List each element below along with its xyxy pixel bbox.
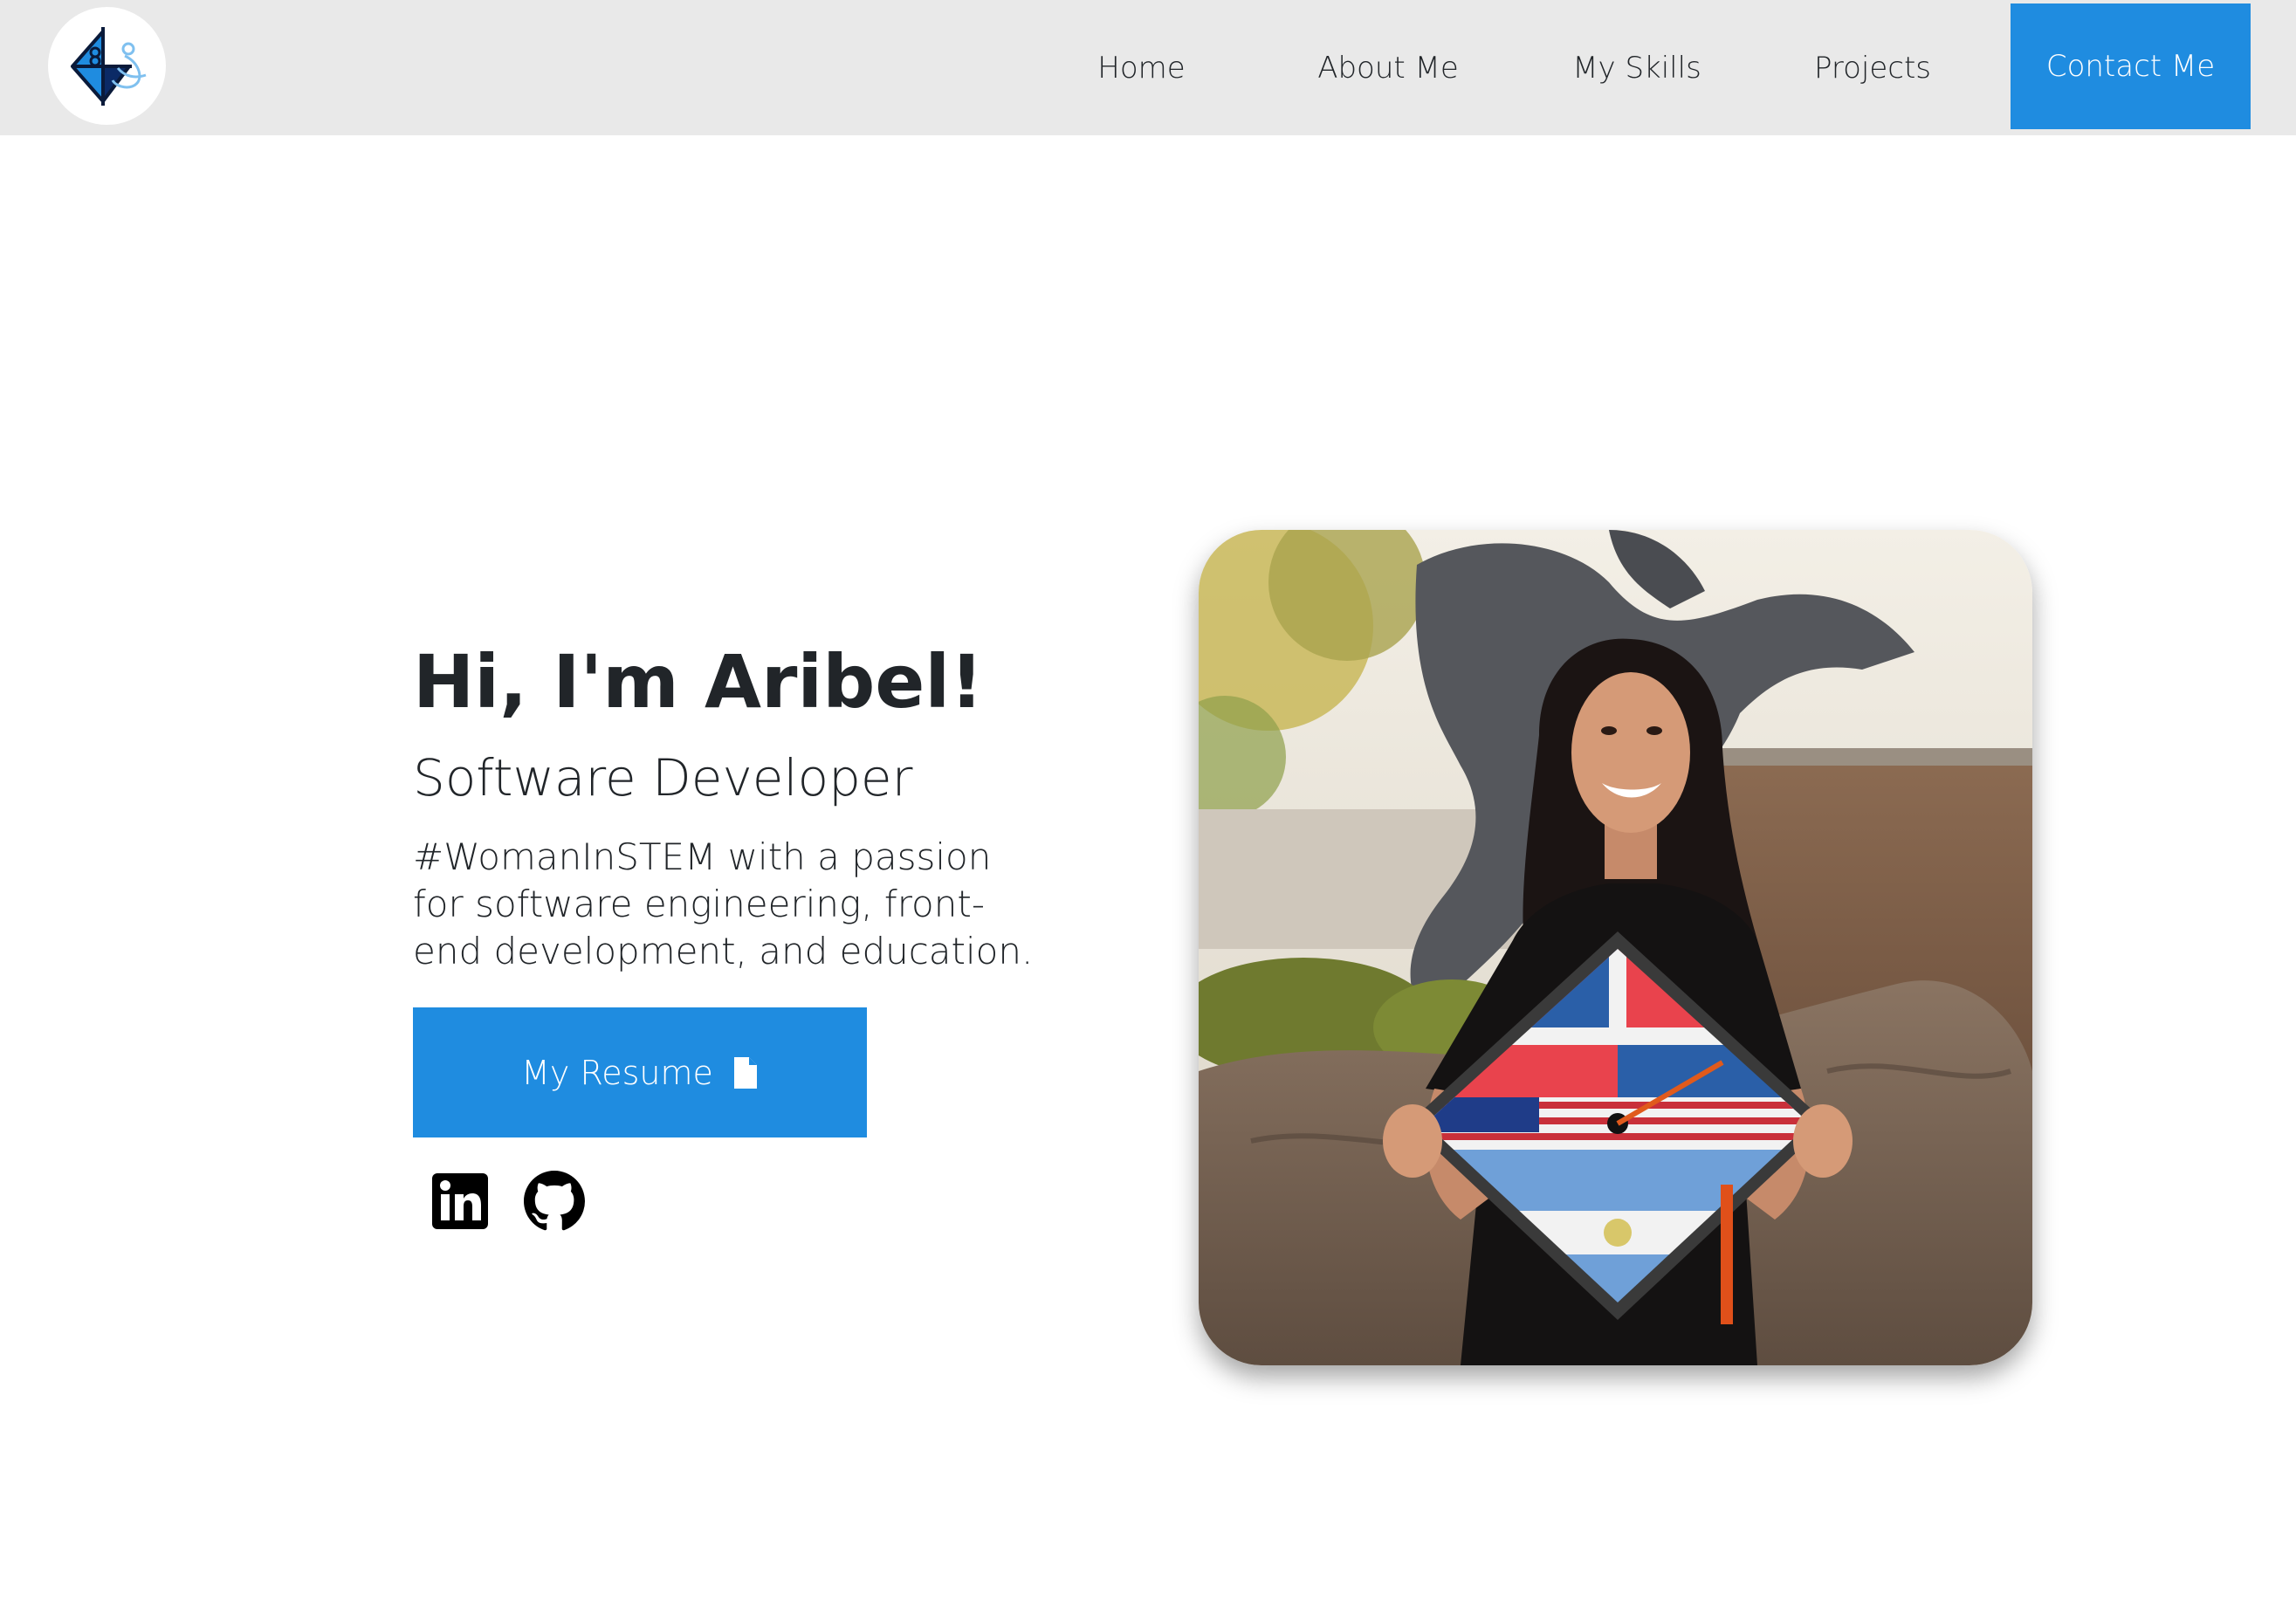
linkedin-icon: [432, 1173, 488, 1229]
linkedin-link[interactable]: [430, 1170, 491, 1233]
profile-photo: [1199, 530, 2032, 1365]
nav-my-skills[interactable]: My Skills: [1554, 0, 1720, 135]
butterfly-logo-icon: [70, 26, 146, 106]
resume-button-label: My Resume: [521, 1053, 713, 1092]
github-icon: [524, 1171, 585, 1231]
logo[interactable]: [48, 7, 166, 125]
nav-home[interactable]: Home: [1074, 0, 1209, 135]
github-link[interactable]: [524, 1170, 585, 1233]
navbar: Home About Me My Skills Projects Contact…: [0, 0, 2296, 135]
nav-projects[interactable]: Projects: [1790, 0, 1956, 135]
hero-description: #WomanInSTEM with a passion for software…: [413, 835, 1034, 972]
hero-title: Hi, I'm Aribel!: [413, 639, 984, 725]
resume-button[interactable]: My Resume: [413, 1007, 867, 1137]
nav-about-me[interactable]: About Me: [1292, 0, 1484, 135]
hero-subtitle: Software Developer: [413, 748, 913, 808]
file-icon: [733, 1056, 757, 1089]
contact-me-button[interactable]: Contact Me: [2011, 3, 2251, 129]
